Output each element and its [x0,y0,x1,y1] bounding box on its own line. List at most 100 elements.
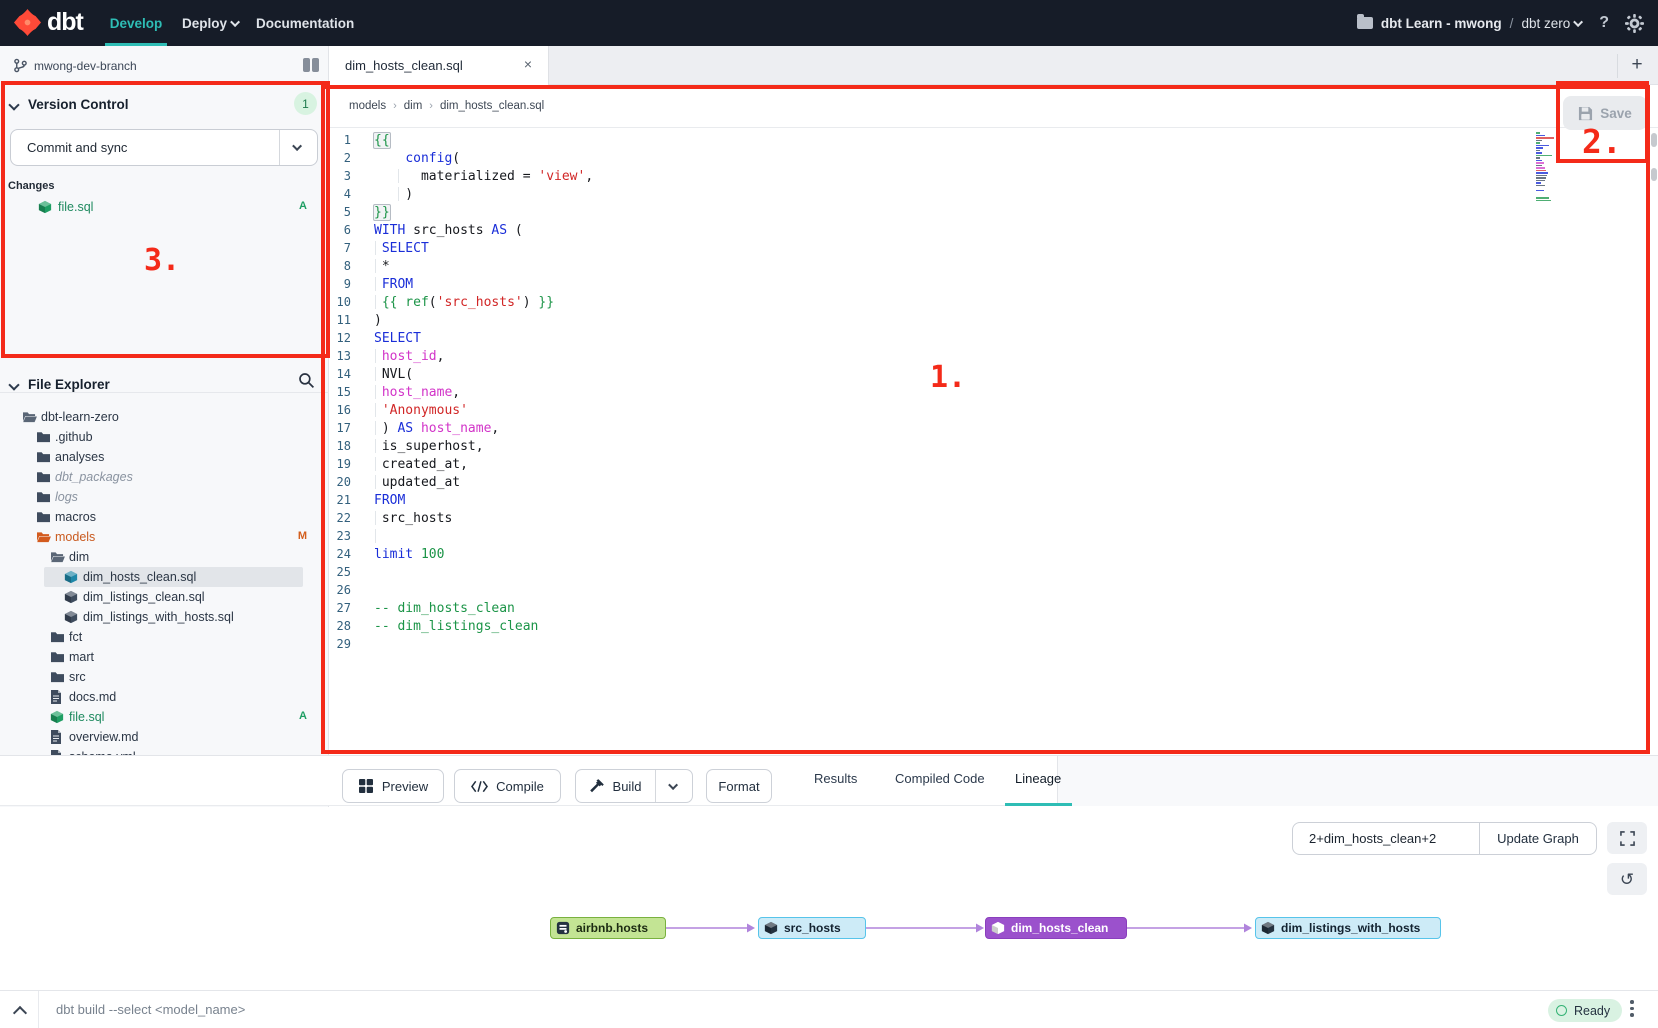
code-lines: 1{{2 config(3 materialized = 'view',4 )5… [330,131,1530,653]
tree-item-macros[interactable]: macros [0,507,329,527]
save-button[interactable]: Save [1563,96,1647,130]
code-line-27[interactable]: 27-- dim_hosts_clean [330,599,1530,617]
code-line-21[interactable]: 21FROM [330,491,1530,509]
tab-lineage[interactable]: Lineage [1015,771,1061,786]
help-icon[interactable]: ? [1595,14,1613,32]
branch-name[interactable]: mwong-dev-branch [34,59,137,73]
gear-icon[interactable] [1625,14,1644,33]
nav-develop[interactable]: Develop [105,0,167,46]
code-line-22[interactable]: 22 src_hosts [330,509,1530,527]
new-tab-button[interactable]: + [1626,54,1648,76]
code-line-16[interactable]: 16 'Anonymous' [330,401,1530,419]
scrollbar-thumb[interactable] [1651,168,1657,181]
dbt-logo[interactable]: dbt [14,8,83,37]
code-line-19[interactable]: 19 created_at, [330,455,1530,473]
compile-button[interactable]: Compile [454,769,561,803]
line-number: 10 [330,293,351,311]
code-line-17[interactable]: 17 ) AS host_name, [330,419,1530,437]
nav-deploy[interactable]: Deploy [182,0,240,46]
preview-button[interactable]: Preview [342,769,444,803]
close-icon[interactable]: × [524,56,532,72]
environment-selector[interactable]: dbt zero [1521,16,1583,31]
nav-documentation[interactable]: Documentation [256,0,354,46]
chevron-down-icon [8,99,19,110]
code-line-4[interactable]: 4 ) [330,185,1530,203]
change-row-file.sql[interactable]: file.sqlA [0,197,329,217]
tree-item-docs-md[interactable]: docs.md [0,687,329,707]
lineage-node-dim-listings-with-hosts[interactable]: dim_listings_with_hosts [1255,917,1441,939]
minimap[interactable] [1536,132,1562,212]
code-line-23[interactable]: 23 [330,527,1530,545]
code-token: , [585,169,593,184]
code-line-28[interactable]: 28-- dim_listings_clean [330,617,1530,635]
kebab-menu-icon[interactable] [1630,1000,1634,1017]
tree-item-file-sql[interactable]: file.sqlA [0,707,329,727]
code-line-10[interactable]: 10 {{ ref('src_hosts') }} [330,293,1530,311]
code-editor: models › dim › dim_hosts_clean.sql Save … [330,85,1658,755]
changes-list: file.sqlA [0,197,329,217]
code-line-12[interactable]: 12SELECT [330,329,1530,347]
indent-guide [375,241,376,255]
lineage-node-src-hosts[interactable]: src_hosts [758,917,866,939]
code-line-8[interactable]: 8 * [330,257,1530,275]
code-line-18[interactable]: 18 is_superhost, [330,437,1530,455]
code-token: config [405,151,452,166]
breadcrumb-models[interactable]: models [349,100,386,112]
tree-item-overview-md[interactable]: overview.md [0,727,329,747]
code-line-9[interactable]: 9 FROM [330,275,1530,293]
code-line-6[interactable]: 6WITH src_hosts AS ( [330,221,1530,239]
tree-item-analyses[interactable]: analyses [0,447,329,467]
project-selector[interactable]: dbt Learn - mwong / dbt zero [1357,16,1583,31]
build-options-chevron[interactable] [655,770,692,802]
code-line-15[interactable]: 15 host_name, [330,383,1530,401]
tree-item-dim-listings-clean-sql[interactable]: dim_listings_clean.sql [0,587,329,607]
code-line-14[interactable]: 14 NVL( [330,365,1530,383]
tab-results[interactable]: Results [814,771,857,786]
commit-options-chevron[interactable] [279,130,317,165]
line-number: 19 [330,455,351,473]
code-line-24[interactable]: 24limit 100 [330,545,1530,563]
code-line-29[interactable]: 29 [330,635,1530,653]
tree-item-dim[interactable]: dim [0,547,329,567]
code-line-20[interactable]: 20 updated_at [330,473,1530,491]
code-line-26[interactable]: 26 [330,581,1530,599]
line-number: 20 [330,473,351,491]
build-button[interactable]: Build [575,769,693,803]
code-line-2[interactable]: 2 config( [330,149,1530,167]
command-input[interactable]: dbt build --select <model_name> [56,1002,245,1017]
lineage-node-airbnb-hosts[interactable]: airbnb.hosts [550,917,666,939]
code-line-7[interactable]: 7 SELECT [330,239,1530,257]
scrollbar-thumb[interactable] [1651,133,1657,147]
format-button[interactable]: Format [706,769,772,803]
lineage-node-dim-hosts-clean[interactable]: dim_hosts_clean [985,917,1127,939]
tree-item-dbt-packages[interactable]: dbt_packages [0,467,329,487]
chevron-up-icon[interactable] [13,1006,27,1020]
file-explorer-header[interactable]: File Explorer [10,377,110,392]
tree-item-dim-hosts-clean-sql[interactable]: dim_hosts_clean.sql [0,567,329,587]
search-icon[interactable] [298,372,315,389]
code-token: {{ ref [382,295,429,310]
tree-item-dbt-learn-zero[interactable]: dbt-learn-zero [0,407,329,427]
code-line-13[interactable]: 13 host_id, [330,347,1530,365]
commit-and-sync-button[interactable]: Commit and sync [10,129,318,166]
tree-item-fct[interactable]: fct [0,627,329,647]
code-line-3[interactable]: 3 materialized = 'view', [330,167,1530,185]
tree-item-src[interactable]: src [0,667,329,687]
tree-item--github[interactable]: .github [0,427,329,447]
split-view-icon[interactable] [303,58,319,72]
code-line-1[interactable]: 1{{ [330,131,1530,149]
tab-dim-hosts-clean[interactable]: dim_hosts_clean.sql × [329,46,549,85]
breadcrumb-dim[interactable]: dim [404,100,423,112]
version-control-header[interactable]: Version Control [10,97,129,112]
tree-item-logs[interactable]: logs [0,487,329,507]
code-line-11[interactable]: 11) [330,311,1530,329]
folder-icon [36,530,51,543]
nav-deploy-label: Deploy [182,16,227,31]
code-line-5[interactable]: 5}} [330,203,1530,221]
tree-item-dim-listings-with-hosts-sql[interactable]: dim_listings_with_hosts.sql [0,607,329,627]
tree-item-models[interactable]: modelsM [0,527,329,547]
tree-item-mart[interactable]: mart [0,647,329,667]
code-line-25[interactable]: 25 [330,563,1530,581]
tab-compiled-code[interactable]: Compiled Code [895,771,985,786]
breadcrumb-file[interactable]: dim_hosts_clean.sql [440,100,544,112]
